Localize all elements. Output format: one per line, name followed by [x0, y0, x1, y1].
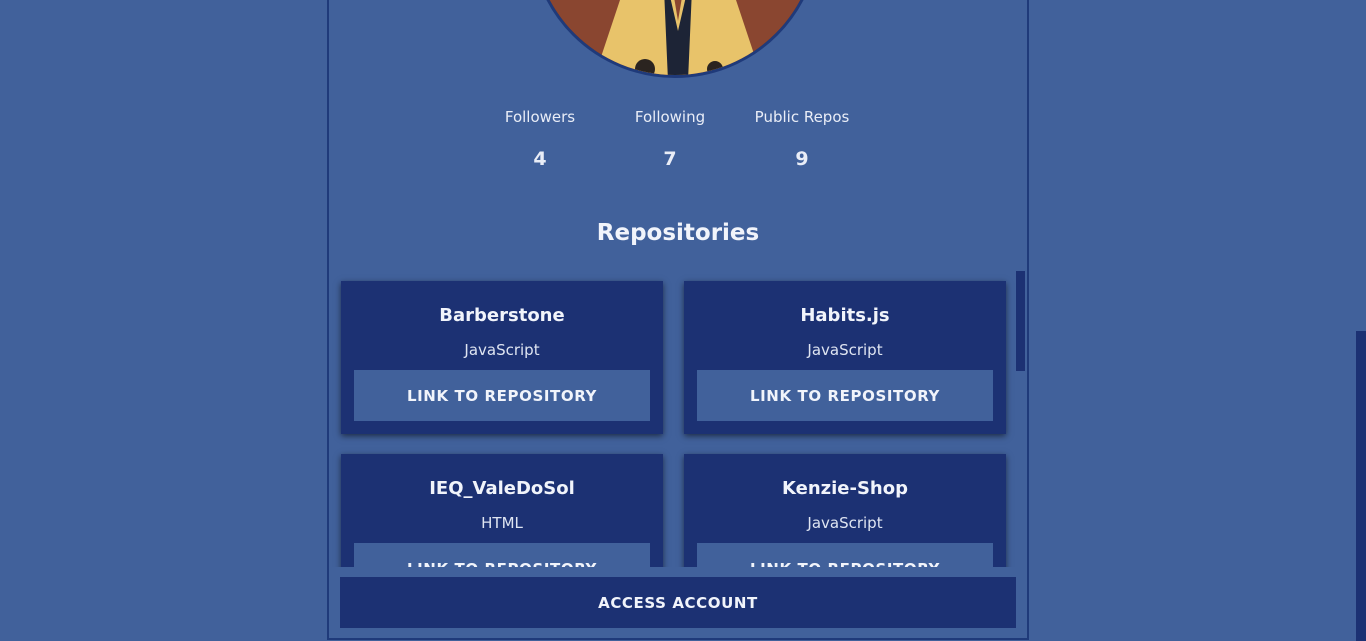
public-repos-label: Public Repos: [754, 108, 850, 126]
access-account-button[interactable]: ACCESS ACCOUNT: [340, 577, 1016, 628]
page-scrollbar[interactable]: [1356, 331, 1366, 641]
following-count: 7: [663, 148, 677, 170]
repository-list[interactable]: Barberstone JavaScript LINK TO REPOSITOR…: [329, 270, 1027, 567]
repo-card: IEQ_ValeDoSol HTML LINK TO REPOSITORY: [341, 454, 663, 567]
following-stat: Following 7: [625, 108, 715, 170]
repo-language: JavaScript: [807, 341, 883, 359]
repo-card: Kenzie-Shop JavaScript LINK TO REPOSITOR…: [684, 454, 1006, 567]
following-label: Following: [634, 108, 706, 126]
public-repos-stat: Public Repos 9: [742, 108, 862, 170]
repo-name: Habits.js: [800, 305, 890, 326]
link-to-repository-button[interactable]: LINK TO REPOSITORY: [697, 370, 993, 421]
repositories-title: Repositories: [596, 220, 760, 246]
repo-language: HTML: [481, 514, 523, 532]
profile-page: Followers 4 Following 7 Public Repos 9 R…: [0, 0, 1366, 641]
repo-name: Kenzie-Shop: [781, 478, 908, 499]
link-to-repository-button[interactable]: LINK TO REPOSITORY: [354, 543, 650, 567]
repo-language: JavaScript: [464, 341, 540, 359]
repo-card: Barberstone JavaScript LINK TO REPOSITOR…: [341, 281, 663, 434]
repo-name: Barberstone: [439, 305, 565, 326]
public-repos-count: 9: [795, 148, 809, 170]
repo-language: JavaScript: [807, 514, 883, 532]
repository-list-scrollbar[interactable]: [1016, 271, 1025, 371]
followers-stat: Followers 4: [490, 108, 590, 170]
link-to-repository-button[interactable]: LINK TO REPOSITORY: [697, 543, 993, 567]
repo-card: Habits.js JavaScript LINK TO REPOSITORY: [684, 281, 1006, 434]
followers-count: 4: [533, 148, 547, 170]
profile-stats: Followers 4 Following 7 Public Repos 9: [0, 108, 1352, 170]
link-to-repository-button[interactable]: LINK TO REPOSITORY: [354, 370, 650, 421]
repo-name: IEQ_ValeDoSol: [429, 478, 575, 499]
followers-label: Followers: [504, 108, 576, 126]
